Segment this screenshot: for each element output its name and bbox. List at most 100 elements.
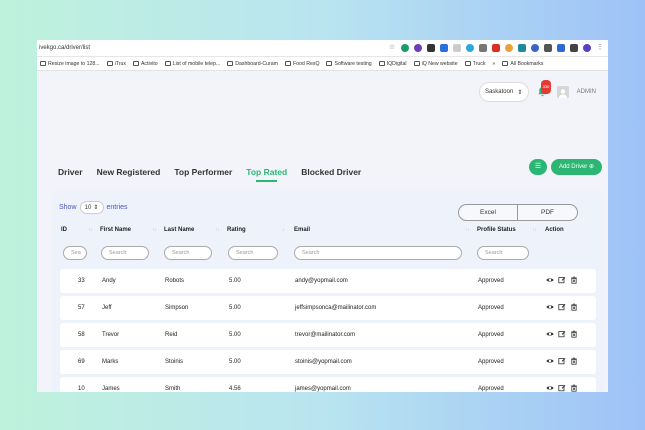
extension-icon[interactable] <box>453 44 461 52</box>
col-id[interactable]: ID <box>61 227 67 233</box>
user-name[interactable]: ADMIN <box>577 89 596 95</box>
search-email-input[interactable]: Search <box>294 246 462 260</box>
browser-window: ivekgo.ca/driver/list ☆ ⋮ Resize image t… <box>37 40 608 392</box>
bookmark-item[interactable]: Software testing <box>326 61 372 67</box>
table-row[interactable]: 69 Marks Stoinis 5.00 stoinis@yopmail.co… <box>60 350 596 374</box>
bookmark-item[interactable]: Truck <box>464 61 485 67</box>
search-status-input[interactable]: Search <box>477 246 529 260</box>
col-rating[interactable]: Rating <box>227 227 246 233</box>
extension-icon[interactable] <box>505 44 513 52</box>
eye-icon[interactable] <box>546 357 554 365</box>
edit-icon[interactable] <box>558 384 566 392</box>
extension-icon[interactable] <box>492 44 500 52</box>
edit-icon[interactable] <box>558 357 566 365</box>
extension-icon[interactable] <box>531 44 539 52</box>
cell-email: stoinis@yopmail.com <box>295 359 352 365</box>
table-header: ID ↑↓ First Name ↑↓ Last Name ↑↓ Rating … <box>52 227 604 239</box>
cell-first-name: James <box>102 386 120 392</box>
extension-icon[interactable] <box>544 44 552 52</box>
profile-icon[interactable] <box>583 44 591 52</box>
edit-icon[interactable] <box>558 330 566 338</box>
cell-rating: 5.00 <box>229 305 241 311</box>
header-actions: ☰ Add Driver ⊕ <box>528 159 602 175</box>
bookmark-icon <box>40 61 46 66</box>
table-row[interactable]: 10 James Smith 4.56 james@yopmail.com Ap… <box>60 377 596 392</box>
sort-icon[interactable]: ↑↓ <box>215 227 220 233</box>
add-driver-button[interactable]: Add Driver ⊕ <box>550 159 602 175</box>
trash-icon[interactable] <box>570 303 578 311</box>
row-actions <box>546 330 578 338</box>
bookmark-item[interactable]: Activito <box>132 61 158 67</box>
col-profile-status[interactable]: Profile Status <box>477 227 516 233</box>
extension-icon[interactable] <box>401 44 409 52</box>
extension-icon[interactable] <box>466 44 474 52</box>
extension-icon[interactable] <box>414 44 422 52</box>
url-text[interactable]: ivekgo.ca/driver/list <box>39 45 388 51</box>
tab-top-performer[interactable]: Top Performer <box>174 167 232 177</box>
bookmark-item[interactable]: Food ResQ <box>284 61 319 67</box>
eye-icon[interactable] <box>546 330 554 338</box>
extension-icon[interactable] <box>479 44 487 52</box>
search-last-name-input[interactable]: Search <box>164 246 212 260</box>
sort-icon[interactable]: ↑↓ <box>152 227 157 233</box>
extension-icon[interactable] <box>570 44 578 52</box>
drivers-table-card: Show 10 ⇕ entries Excel PDF ID ↑↓ First N… <box>52 189 604 392</box>
col-email[interactable]: Email <box>294 227 310 233</box>
search-id-input[interactable]: Sea <box>63 246 87 260</box>
entries-control: Show 10 ⇕ entries <box>59 201 128 214</box>
trash-icon[interactable] <box>570 384 578 392</box>
col-last-name[interactable]: Last Name <box>164 227 194 233</box>
sort-icon[interactable]: ↑↓ <box>465 227 470 233</box>
bookmark-item[interactable]: Resize image to 128... <box>40 61 100 67</box>
sort-icon[interactable]: ↓ <box>282 227 285 233</box>
entries-select[interactable]: 10 ⇕ <box>79 201 104 214</box>
folder-icon <box>413 61 420 66</box>
extension-icon[interactable] <box>518 44 526 52</box>
sort-icon[interactable]: ↑↓ <box>532 227 537 233</box>
trash-icon[interactable] <box>570 330 578 338</box>
star-icon[interactable]: ☆ <box>388 44 396 52</box>
address-bar[interactable]: ivekgo.ca/driver/list ☆ ⋮ <box>37 40 608 57</box>
tab-driver[interactable]: Driver <box>58 167 83 177</box>
pdf-button[interactable]: PDF <box>518 204 578 221</box>
eye-icon[interactable] <box>546 276 554 284</box>
filter-button[interactable]: ☰ <box>528 159 547 175</box>
notification-bell-icon[interactable]: 330 <box>537 80 552 98</box>
cell-rating: 5.00 <box>229 332 241 338</box>
bookmark-item[interactable]: Dashboard-Curam <box>227 61 278 67</box>
table-row[interactable]: 57 Jeff Simpson 5.00 jeffsimpsonca@maili… <box>60 296 596 320</box>
eye-icon[interactable] <box>546 384 554 392</box>
col-first-name[interactable]: First Name <box>100 227 131 233</box>
edit-icon[interactable] <box>558 303 566 311</box>
table-row[interactable]: 33 Andy Robots 5.00 andy@yopmail.com App… <box>60 269 596 293</box>
excel-button[interactable]: Excel <box>458 204 518 221</box>
sort-icon[interactable]: ↑↓ <box>88 227 93 233</box>
search-rating-input[interactable]: Search <box>228 246 278 260</box>
tab-blocked-driver[interactable]: Blocked Driver <box>301 167 361 177</box>
cell-last-name: Reid <box>165 332 178 338</box>
cell-first-name: Marks <box>102 359 119 365</box>
extension-icon[interactable] <box>427 44 435 52</box>
trash-icon[interactable] <box>570 276 578 284</box>
bookmarks-overflow[interactable]: » <box>492 61 495 67</box>
bookmark-item[interactable]: IQDigital <box>378 61 407 67</box>
cell-email: james@yopmail.com <box>295 386 351 392</box>
avatar[interactable] <box>556 86 569 98</box>
extension-icon[interactable] <box>440 44 448 52</box>
menu-icon[interactable]: ⋮ <box>596 44 604 52</box>
bookmark-item[interactable]: List of mobile telep... <box>164 61 220 67</box>
eye-icon[interactable] <box>546 303 554 311</box>
tab-new-registered[interactable]: New Registered <box>97 167 161 177</box>
all-bookmarks[interactable]: All Bookmarks <box>502 61 543 67</box>
table-row[interactable]: 58 Trevor Reid 5.00 trevor@mailinator.co… <box>60 323 596 347</box>
tab-top-rated[interactable]: Top Rated <box>246 167 287 182</box>
edit-icon[interactable] <box>558 276 566 284</box>
bookmark-item[interactable]: iQ New website <box>413 61 458 67</box>
trash-icon[interactable] <box>570 357 578 365</box>
city-selector[interactable]: Saskatoon ⇕ <box>478 82 529 102</box>
extension-icon[interactable] <box>557 44 565 52</box>
bookmark-item[interactable]: iTrux <box>106 61 126 67</box>
cell-id: 57 <box>78 305 85 311</box>
search-first-name-input[interactable]: Search <box>101 246 149 260</box>
cell-status: Approved <box>478 305 504 311</box>
